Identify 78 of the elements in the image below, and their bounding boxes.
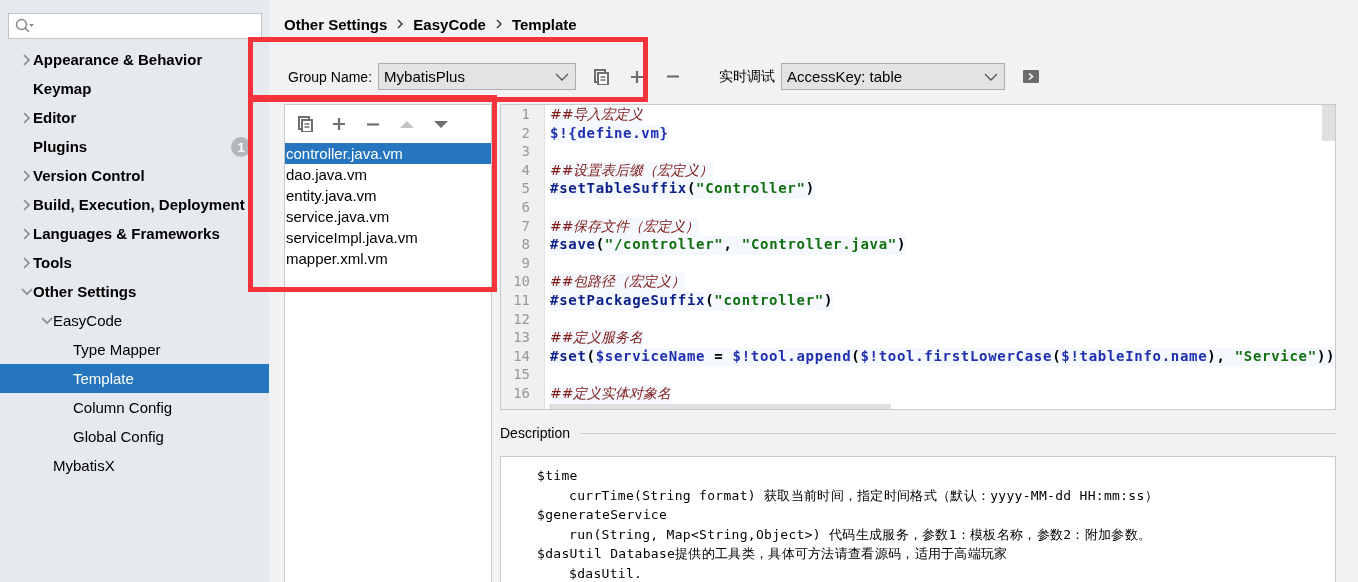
chevron-down-icon: [555, 72, 570, 81]
line-number: 11: [512, 291, 531, 310]
chevron-down-icon: [984, 72, 999, 81]
up-arrow-icon: [400, 120, 414, 128]
line-number: 1: [520, 106, 531, 124]
line-number: 10: [512, 273, 531, 292]
chevron-right-icon: [21, 111, 33, 124]
line-number: 9: [520, 254, 531, 273]
line-number: 5: [520, 180, 531, 199]
tree-item[interactable]: EasyCode: [0, 306, 269, 335]
down-arrow-icon: [434, 120, 448, 128]
field-label: 实时调试: [719, 67, 776, 86]
file-list-item[interactable]: serviceImpl.java.vm: [285, 227, 491, 248]
file-list-item[interactable]: entity.java.vm: [285, 185, 491, 206]
line-number: 15: [512, 366, 531, 385]
tree-item[interactable]: Languages & Frameworks: [0, 219, 269, 248]
chevron-right-icon: [21, 256, 33, 269]
line-number: 2: [520, 124, 531, 143]
chevron-down-icon: [21, 285, 33, 298]
dropdown[interactable]: AccessKey: table: [781, 63, 1006, 90]
line-number: 4: [520, 161, 531, 180]
description-line: $dasUtil.: [568, 564, 644, 582]
chevron-down-icon: [41, 314, 53, 327]
line-number: 7: [520, 217, 531, 236]
description-line: $generateService: [537, 506, 669, 524]
breadcrumb-item[interactable]: Template: [511, 15, 577, 33]
section-title: Description: [500, 425, 571, 441]
tree-item[interactable]: Template: [0, 364, 269, 393]
file-list-item[interactable]: service.java.vm: [285, 206, 491, 227]
tree-item[interactable]: Global Config: [0, 422, 269, 451]
line-number: 13: [512, 329, 531, 348]
line-number: 3: [520, 143, 531, 162]
tree-item[interactable]: Plugins 1: [0, 132, 269, 161]
line-number: 6: [520, 198, 531, 217]
chevron-right-icon: [494, 19, 503, 29]
run-icon: [1023, 70, 1040, 83]
tree-item[interactable]: MybatisX: [0, 451, 269, 480]
tree-item[interactable]: Appearance & Behavior: [0, 45, 269, 74]
scrollbar-thumb[interactable]: [549, 404, 891, 409]
copy-icon: [297, 116, 313, 132]
description-line: $time: [537, 467, 579, 485]
tree-item[interactable]: Column Config: [0, 393, 269, 422]
minus-icon: [366, 122, 380, 126]
minus-icon: [666, 75, 681, 78]
line-number: 16: [512, 384, 531, 403]
chevron-right-icon: [396, 19, 405, 29]
file-list-item[interactable]: controller.java.vm: [285, 143, 491, 164]
plus-icon: [332, 117, 346, 131]
count-badge: 1: [231, 137, 251, 157]
tree-item[interactable]: Other Settings: [0, 277, 269, 306]
breadcrumb-item[interactable]: Other Settings: [284, 15, 388, 33]
code-editor[interactable]: [500, 104, 1336, 410]
description-line: currTime(String format) 获取当前时间，指定时间格式（默认：yyyy-MM-dd HH:mm:ss）: [568, 486, 1159, 505]
plus-icon: [630, 69, 645, 84]
file-list-item[interactable]: mapper.xml.vm: [285, 248, 491, 269]
description-line: run(String, Map<String,Object>) 代码生成服务，参数1：模板名称，参数2：附加参数。: [568, 525, 1153, 544]
tree-item[interactable]: Tools: [0, 248, 269, 277]
tree-item[interactable]: Build, Execution, Deployment: [0, 190, 269, 219]
tree-item[interactable]: Editor: [0, 103, 269, 132]
chevron-right-icon: [21, 198, 33, 211]
chevron-right-icon: [21, 227, 33, 240]
search-icon: [15, 18, 35, 34]
search-field[interactable]: [8, 13, 262, 39]
dropdown[interactable]: MybatisPlus: [378, 63, 577, 90]
chevron-right-icon: [21, 169, 33, 182]
line-number: 12: [512, 310, 531, 329]
line-number: 8: [520, 236, 531, 255]
file-list-item[interactable]: dao.java.vm: [285, 164, 491, 185]
line-number: 14: [512, 347, 531, 366]
tree-item[interactable]: Type Mapper: [0, 335, 269, 364]
tree-item[interactable]: Version Control: [0, 161, 269, 190]
chevron-right-icon: [21, 53, 33, 66]
description-line: $dasUtil Database提供的工具类，具体可方法请查看源码，适用于高端玩家: [537, 545, 1009, 563]
breadcrumb-item[interactable]: EasyCode: [413, 15, 486, 33]
scrollbar-thumb[interactable]: [1322, 105, 1335, 141]
field-label: Group Name:: [288, 68, 373, 85]
tree-item[interactable]: Keymap: [0, 74, 269, 103]
copy-icon: [593, 68, 610, 85]
